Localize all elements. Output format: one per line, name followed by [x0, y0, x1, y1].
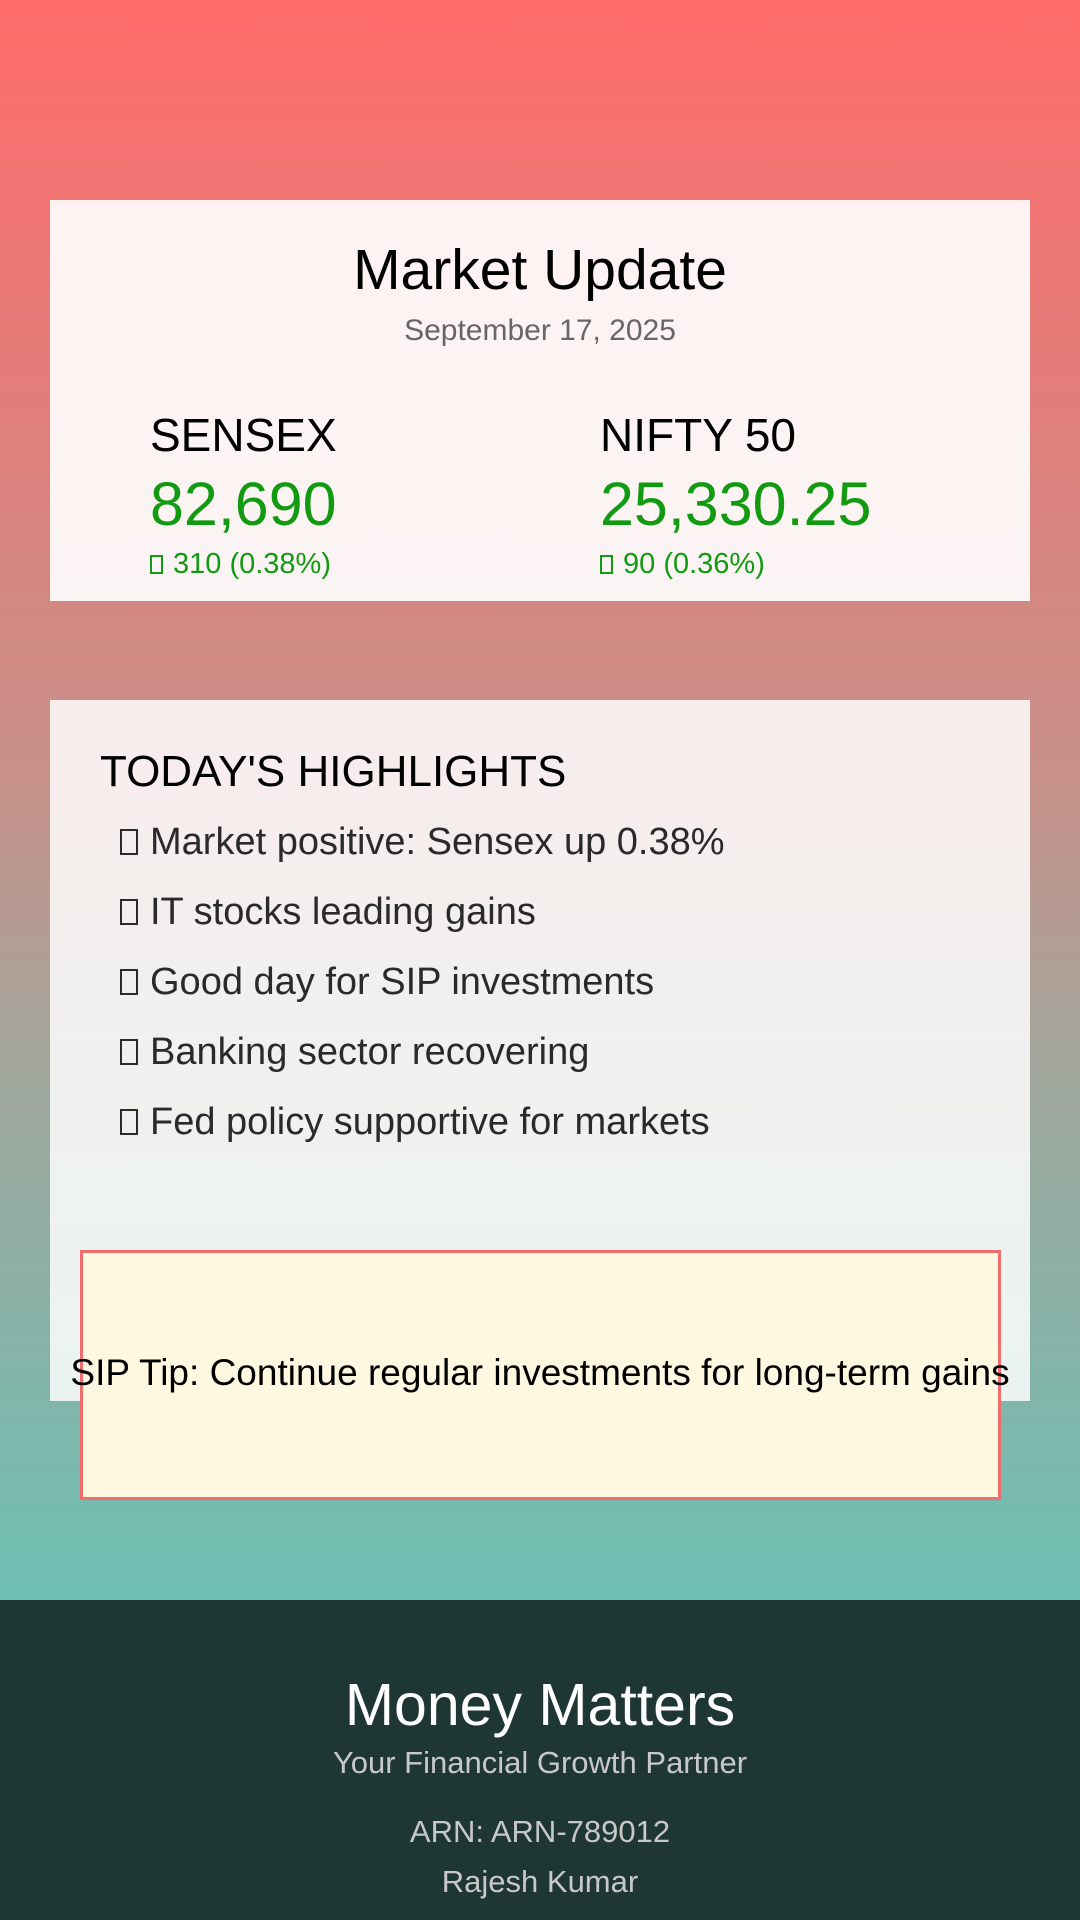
nifty-value: 25,330.25: [600, 470, 872, 538]
highlight-text: Good day for SIP investments: [150, 961, 655, 1003]
sip-tip-text: SIP Tip: Continue regular investments fo…: [70, 1352, 1010, 1393]
sensex-change: 310 (0.38%): [150, 547, 337, 582]
sensex-value: 82,690: [150, 470, 337, 538]
sensex-label: SENSEX: [150, 409, 337, 461]
highlight-item: Fed policy supportive for markets: [120, 1100, 725, 1170]
nifty-block: NIFTY 50 25,330.25 90 (0.36%): [600, 412, 871, 582]
market-update-title: Market Update: [353, 238, 727, 302]
sensex-change-text: 310 (0.38%): [173, 548, 331, 580]
footer-brand: Money Matters: [344, 1672, 736, 1738]
highlight-text: Banking sector recovering: [150, 1031, 590, 1073]
market-update-date: September 17, 2025: [404, 314, 676, 347]
highlight-text: Fed policy supportive for markets: [150, 1101, 710, 1143]
footer-tagline: Your Financial Growth Partner: [332, 1745, 748, 1780]
up-arrow-icon: [600, 555, 613, 574]
sensex-block: SENSEX 82,690 310 (0.38%): [150, 412, 337, 582]
footer-advisor-name: Rajesh Kumar: [441, 1864, 639, 1899]
highlights-title: TODAY'S HIGHLIGHTS: [100, 747, 567, 796]
footer: Money Matters Your Financial Growth Part…: [0, 1600, 1080, 1920]
nifty-change: 90 (0.36%): [600, 547, 871, 582]
bullet-icon: [120, 829, 138, 855]
nifty-label: NIFTY 50: [600, 409, 796, 461]
bullet-icon: [120, 899, 138, 925]
highlights-list: Market positive: Sensex up 0.38% IT stoc…: [120, 820, 725, 1170]
highlight-item: IT stocks leading gains: [120, 890, 725, 960]
bullet-icon: [120, 1109, 138, 1135]
market-update-card: Market Update September 17, 2025 SENSEX …: [50, 200, 1030, 601]
bullet-icon: [120, 1039, 138, 1065]
nifty-change-text: 90 (0.36%): [623, 548, 765, 580]
highlight-text: Market positive: Sensex up 0.38%: [150, 821, 725, 863]
highlight-item: Banking sector recovering: [120, 1030, 725, 1100]
footer-arn: ARN: ARN-789012: [409, 1814, 671, 1849]
highlight-item: Market positive: Sensex up 0.38%: [120, 820, 725, 890]
highlight-item: Good day for SIP investments: [120, 960, 725, 1030]
bullet-icon: [120, 969, 138, 995]
up-arrow-icon: [150, 555, 163, 574]
highlight-text: IT stocks leading gains: [150, 891, 536, 933]
